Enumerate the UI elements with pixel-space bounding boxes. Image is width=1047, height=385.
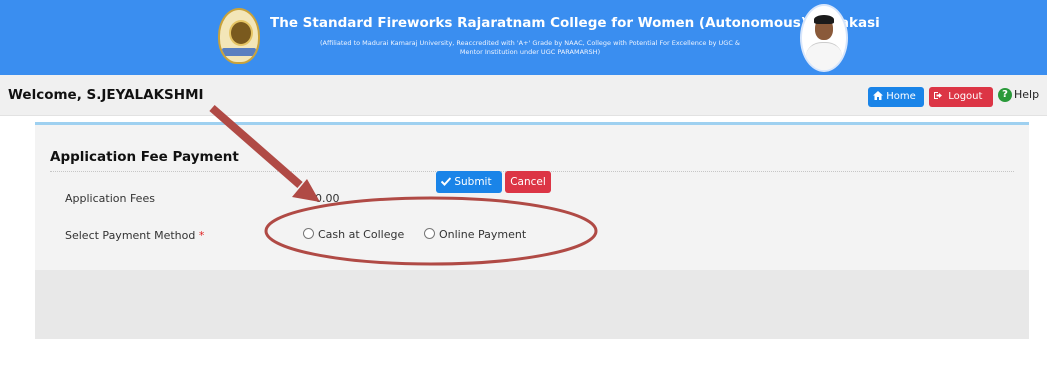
site-header: The Standard Fireworks Rajaratnam Colleg… <box>0 0 1047 75</box>
question-circle-icon: ? <box>998 88 1012 102</box>
required-marker: * <box>198 229 205 242</box>
fee-payment-card: Application Fee Payment Application Fees… <box>35 122 1029 339</box>
radio-online-payment[interactable]: Online Payment <box>424 228 526 241</box>
home-button[interactable]: Home <box>868 87 924 107</box>
card-title: Application Fee Payment <box>50 149 239 165</box>
college-title: The Standard Fireworks Rajaratnam Colleg… <box>270 15 880 31</box>
form-footer <box>35 270 1029 339</box>
radio-label: Online Payment <box>439 228 527 241</box>
college-crest-icon <box>218 8 260 64</box>
welcome-message: Welcome, S.JEYALAKSHMI <box>8 87 204 103</box>
radio-cash-at-college[interactable]: Cash at College <box>303 228 404 241</box>
check-icon <box>440 176 454 188</box>
logout-label: Logout <box>948 91 983 102</box>
radio-label: Cash at College <box>318 228 405 241</box>
founder-portrait <box>800 4 848 72</box>
home-label: Home <box>886 91 916 102</box>
logout-icon <box>934 91 948 102</box>
help-link[interactable]: ? Help <box>998 88 1039 108</box>
cancel-button[interactable]: Cancel <box>505 171 551 193</box>
radio-button[interactable] <box>303 228 314 239</box>
college-subtitle: (Affiliated to Madurai Kamaraj Universit… <box>319 39 741 56</box>
application-fees-label: Application Fees <box>65 192 155 205</box>
application-fees-value: 0.00 <box>315 192 340 205</box>
payment-method-label: Select Payment Method * <box>65 229 205 242</box>
logout-button[interactable]: Logout <box>929 87 993 107</box>
home-icon <box>873 91 886 102</box>
submit-button[interactable]: Submit <box>436 171 502 193</box>
help-label: Help <box>1014 88 1040 101</box>
submit-label: Submit <box>454 176 492 188</box>
radio-button[interactable] <box>424 228 435 239</box>
